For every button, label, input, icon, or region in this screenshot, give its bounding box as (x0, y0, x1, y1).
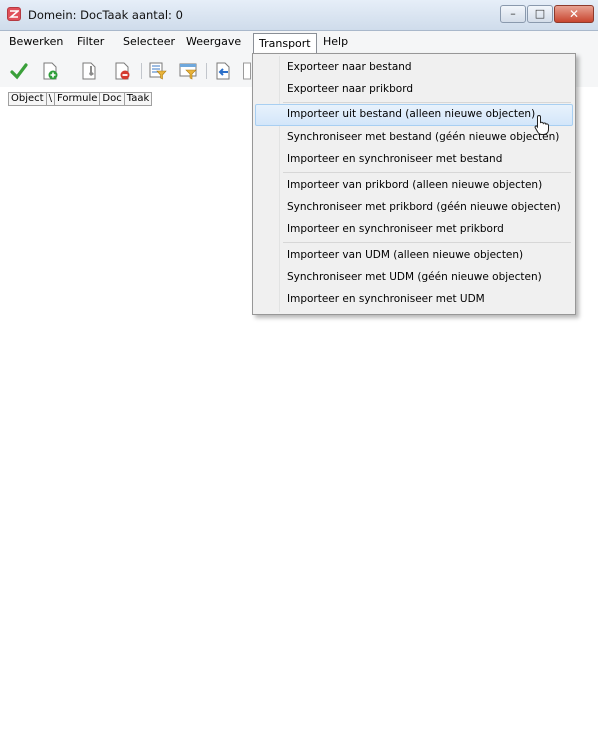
maximize-button[interactable]: □ (527, 5, 553, 23)
import-arrow-icon[interactable] (214, 62, 232, 80)
checkmark-icon[interactable] (10, 62, 28, 80)
menu-help[interactable]: Help (323, 35, 348, 48)
minimize-icon: – (510, 7, 516, 20)
column-header: Object \ Formule Doc Taak (8, 92, 153, 106)
column-formule[interactable]: Formule (53, 92, 100, 106)
column-object[interactable]: Object (8, 92, 46, 106)
menu-item-importeer-bestand[interactable]: Importeer uit bestand (alleen nieuwe obj… (255, 104, 573, 126)
menu-item-importeer-prikbord[interactable]: Importeer van prikbord (alleen nieuwe ob… (255, 175, 573, 197)
menu-item-synchroniseer-udm[interactable]: Synchroniseer met UDM (géén nieuwe objec… (255, 267, 573, 289)
menu-item-synchroniseer-prikbord[interactable]: Synchroniseer met prikbord (géén nieuwe … (255, 197, 573, 219)
menu-transport[interactable]: Transport (253, 33, 317, 53)
menu-separator (283, 242, 571, 243)
menu-filter[interactable]: Filter (77, 35, 104, 48)
menu-item-exporteer-bestand[interactable]: Exporteer naar bestand (255, 57, 573, 79)
filter-icon[interactable] (149, 62, 167, 80)
menu-selecteer[interactable]: Selecteer (123, 35, 175, 48)
column-doc[interactable]: Doc (99, 92, 124, 106)
menu-bewerken[interactable]: Bewerken (9, 35, 63, 48)
transport-menu: Exporteer naar bestand Exporteer naar pr… (252, 53, 576, 315)
menu-item-importeer-udm[interactable]: Importeer van UDM (alleen nieuwe objecte… (255, 245, 573, 267)
hand-cursor-icon (534, 114, 549, 135)
document-settings-icon[interactable] (80, 62, 98, 80)
menu-item-importeer-synchroniseer-prikbord[interactable]: Importeer en synchroniseer met prikbord (255, 219, 573, 241)
menu-item-synchroniseer-bestand[interactable]: Synchroniseer met bestand (géén nieuwe o… (255, 127, 573, 149)
minimize-button[interactable]: – (500, 5, 526, 23)
menu-item-exporteer-prikbord[interactable]: Exporteer naar prikbord (255, 79, 573, 101)
column-backslash[interactable]: \ (45, 92, 54, 106)
column-taak[interactable]: Taak (123, 92, 153, 106)
filter-list-icon[interactable] (179, 62, 197, 80)
menu-separator (283, 172, 571, 173)
new-document-icon[interactable] (41, 62, 59, 80)
title-bar: Domein: DocTaak aantal: 0 – □ ✕ (0, 0, 598, 31)
close-icon: ✕ (568, 7, 580, 21)
menu-bar: Bewerken Filter Selecteer Weergave Trans… (0, 31, 598, 54)
app-logo-icon (7, 7, 21, 21)
menu-item-importeer-synchroniseer-udm[interactable]: Importeer en synchroniseer met UDM (255, 289, 573, 311)
menu-weergave[interactable]: Weergave (186, 35, 241, 48)
maximize-icon: □ (534, 7, 546, 20)
app-window: Domein: DocTaak aantal: 0 – □ ✕ Bewerken… (0, 0, 598, 736)
delete-document-icon[interactable] (113, 62, 131, 80)
menu-item-importeer-synchroniseer-bestand[interactable]: Importeer en synchroniseer met bestand (255, 149, 573, 171)
toolbar-separator (206, 63, 207, 79)
toolbar-overflow-icon[interactable] (243, 62, 251, 80)
menu-separator (283, 102, 571, 103)
window-title: Domein: DocTaak aantal: 0 (28, 8, 183, 22)
close-button[interactable]: ✕ (554, 5, 594, 23)
toolbar-separator (141, 63, 142, 79)
